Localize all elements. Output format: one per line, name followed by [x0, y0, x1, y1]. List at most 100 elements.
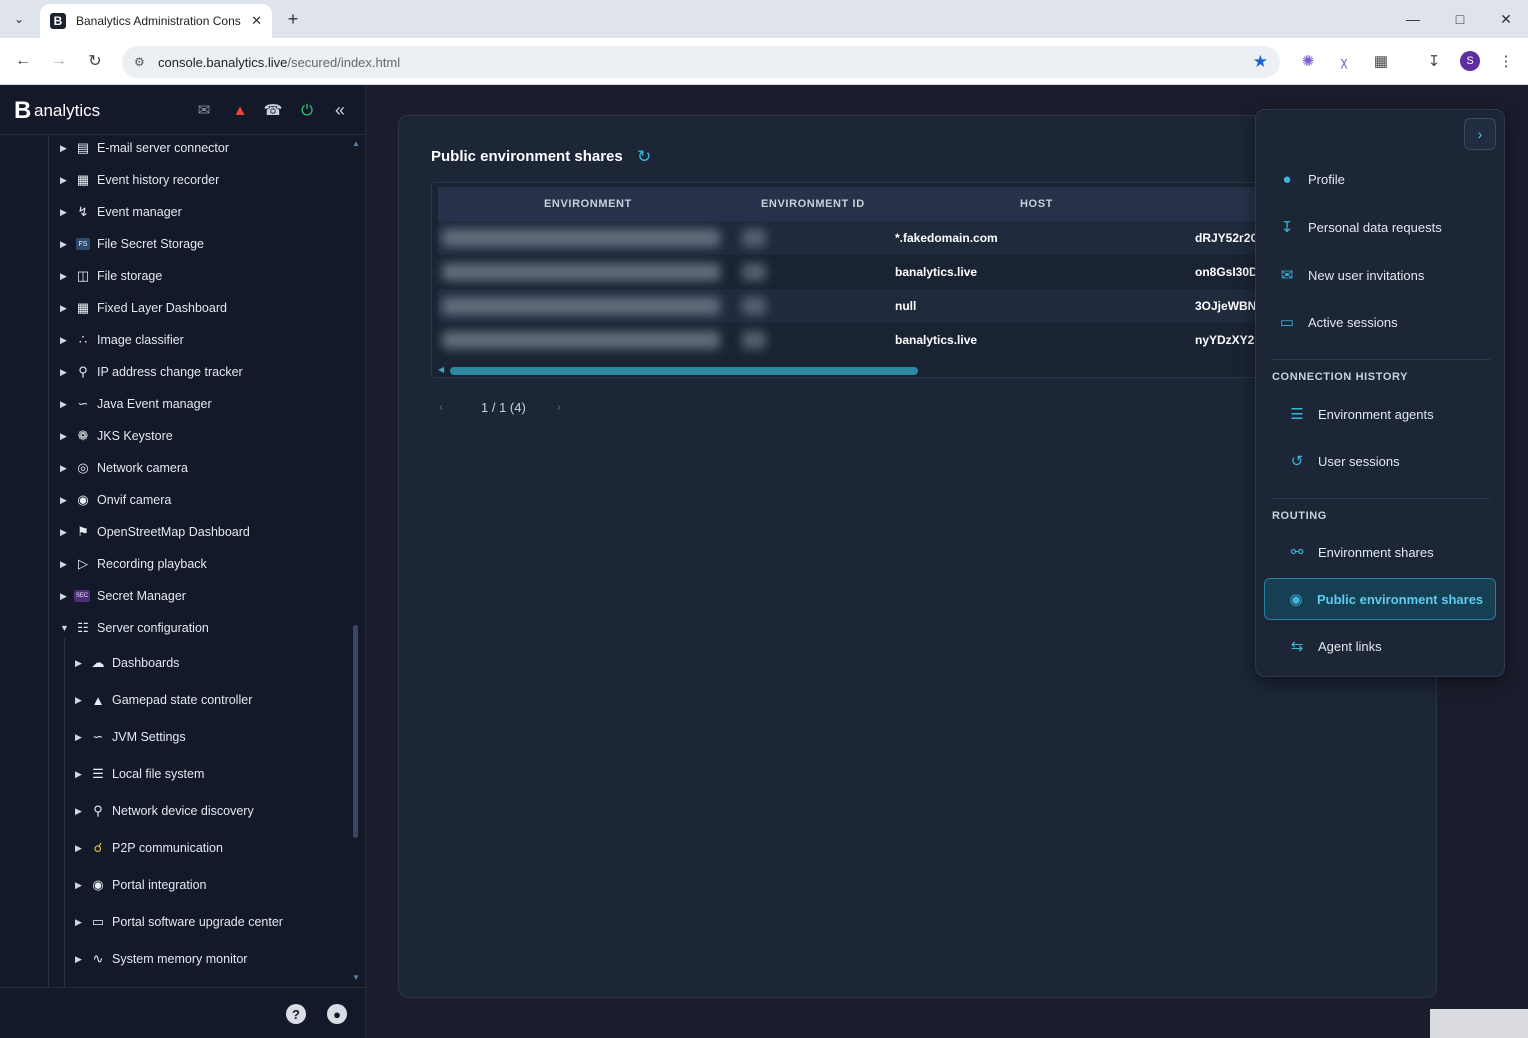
address-bar[interactable]: ⚙ console.banalytics.live/secured/index.…	[122, 46, 1280, 78]
tree-scroll-down-icon[interactable]: ▼	[352, 973, 360, 982]
tree-item-email-server-connector[interactable]: ▶ ▤ E-mail server connector	[60, 137, 229, 159]
expand-caret-icon[interactable]: ▶	[75, 880, 85, 891]
bookmark-star-icon[interactable]: ★	[1253, 52, 1268, 72]
expand-caret-icon[interactable]: ▶	[60, 335, 70, 346]
expand-caret-icon[interactable]: ▶	[75, 732, 85, 743]
tree-item-jks-keystore[interactable]: ▶ ❁ JKS Keystore	[60, 425, 173, 447]
collapse-double-chevron-icon[interactable]: «	[329, 99, 351, 121]
browser-menu-icon[interactable]: ⋮	[1495, 50, 1517, 72]
horizontal-scrollbar-thumb[interactable]	[450, 367, 918, 375]
tree-item-event-manager[interactable]: ▶ ↯ Event manager	[60, 201, 182, 223]
maximize-icon[interactable]: □	[1449, 8, 1471, 30]
tab-close-icon[interactable]: ✕	[251, 13, 262, 29]
column-header-environment[interactable]: ENVIRONMENT	[544, 187, 632, 221]
phone-icon[interactable]: ☎	[262, 99, 284, 121]
expand-caret-icon[interactable]: ▶	[75, 954, 85, 965]
expand-caret-icon[interactable]: ▶	[60, 559, 70, 570]
new-tab-icon[interactable]: +	[282, 8, 304, 30]
menu-item-environment-agents[interactable]: ☰ Environment agents	[1264, 393, 1496, 435]
tree-item-fixed-layer-dashboard[interactable]: ▶ ▦ Fixed Layer Dashboard	[60, 297, 227, 319]
tree-item-jvm-settings[interactable]: ▶ ∽ JVM Settings	[75, 726, 186, 748]
plug-icon[interactable]: ⏻	[296, 99, 318, 121]
tree-item-server-configuration[interactable]: ▼ ☷ Server configuration	[60, 617, 209, 639]
tree-item-java-event-manager[interactable]: ▶ ∽ Java Event manager	[60, 393, 212, 415]
extension-gear-icon[interactable]: ✺	[1297, 50, 1319, 72]
tree-item-dashboards[interactable]: ▶ ☁ Dashboards	[75, 652, 179, 674]
menu-section-connection-history: CONNECTION HISTORY	[1272, 371, 1409, 383]
expand-caret-icon[interactable]: ▶	[75, 769, 85, 780]
menu-item-active-sessions[interactable]: ▭ Active sessions	[1264, 301, 1496, 343]
tree-item-system-memory-monitor[interactable]: ▶ ∿ System memory monitor	[75, 948, 247, 970]
tree-item-ip-address-change-tracker[interactable]: ▶ ⚲ IP address change tracker	[60, 361, 243, 383]
tree-item-file-secret-storage[interactable]: ▶ FS File Secret Storage	[60, 233, 204, 255]
expand-caret-icon[interactable]: ▶	[60, 431, 70, 442]
menu-item-user-sessions[interactable]: ↺ User sessions	[1264, 440, 1496, 482]
tree-item-label: File storage	[97, 269, 163, 283]
tree-item-portal-integration[interactable]: ▶ ◉ Portal integration	[75, 874, 207, 896]
menu-item-environment-shares[interactable]: ⚯ Environment shares	[1264, 531, 1496, 573]
tree-item-network-camera[interactable]: ▶ ◎ Network camera	[60, 457, 188, 479]
menu-item-personal-data-requests[interactable]: ↧ Personal data requests	[1264, 206, 1496, 248]
tree-item-file-storage[interactable]: ▶ ◫ File storage	[60, 265, 162, 287]
tree-item-secret-manager[interactable]: ▶ SEC Secret Manager	[60, 585, 186, 607]
bell-icon[interactable]: ▲	[229, 99, 251, 121]
expand-caret-icon[interactable]: ▶	[75, 917, 85, 928]
tree-item-onvif-camera[interactable]: ▶ ◉ Onvif camera	[60, 489, 171, 511]
extension-x-icon[interactable]: χ	[1333, 50, 1355, 72]
browser-tab[interactable]: B Banalytics Administration Cons ✕	[40, 4, 272, 38]
forward-icon[interactable]: →	[48, 50, 70, 72]
expand-caret-icon[interactable]: ▶	[75, 695, 85, 706]
tree-item-event-history-recorder[interactable]: ▶ ▦ Event history recorder	[60, 169, 219, 191]
mail-icon[interactable]: ✉	[193, 99, 215, 121]
scroll-left-icon[interactable]: ◀	[438, 365, 444, 374]
site-settings-icon[interactable]: ⚙	[134, 55, 152, 69]
expand-caret-icon[interactable]: ▶	[60, 591, 70, 602]
tree-scrollbar-thumb[interactable]	[353, 625, 358, 838]
column-header-environment-id[interactable]: ENVIRONMENT ID	[761, 187, 865, 221]
window-close-icon[interactable]: ✕	[1495, 8, 1517, 30]
expand-caret-icon[interactable]: ▶	[60, 143, 70, 154]
tree-item-portal-software-upgrade-center[interactable]: ▶ ▭ Portal software upgrade center	[75, 911, 283, 933]
tree-item-network-device-discovery[interactable]: ▶ ⚲ Network device discovery	[75, 800, 254, 822]
menu-item-public-environment-shares[interactable]: ◉ Public environment shares	[1264, 578, 1496, 620]
expand-caret-icon[interactable]: ▶	[60, 271, 70, 282]
menu-collapse-chevron-icon[interactable]: ›	[1464, 118, 1496, 150]
expand-caret-icon[interactable]: ▶	[60, 175, 70, 186]
column-header-host[interactable]: HOST	[1020, 187, 1053, 221]
expand-caret-icon[interactable]: ▶	[60, 399, 70, 410]
expand-caret-icon[interactable]: ▶	[75, 658, 85, 669]
tree-item-p2p-communication[interactable]: ▶ ☌ P2P communication	[75, 837, 223, 859]
next-page-icon[interactable]: ›	[557, 400, 561, 414]
tree-item-openstreetmap-dashboard[interactable]: ▶ ⚑ OpenStreetMap Dashboard	[60, 521, 250, 543]
tree-item-image-classifier[interactable]: ▶ ∴ Image classifier	[60, 329, 184, 351]
expand-caret-icon[interactable]: ▶	[60, 367, 70, 378]
reload-icon[interactable]: ↻	[84, 50, 106, 72]
downloads-icon[interactable]: ↧	[1423, 50, 1445, 72]
help-icon[interactable]: ?	[286, 1004, 306, 1024]
expand-caret-icon[interactable]: ▶	[60, 495, 70, 506]
tree-item-local-file-system[interactable]: ▶ ☰ Local file system	[75, 763, 204, 785]
expand-caret-icon[interactable]: ▶	[75, 806, 85, 817]
expand-caret-icon[interactable]: ▶	[60, 303, 70, 314]
expand-caret-icon[interactable]: ▶	[75, 843, 85, 854]
user-account-icon[interactable]: ●	[327, 1004, 347, 1024]
expand-caret-icon[interactable]: ▶	[60, 463, 70, 474]
expand-caret-icon[interactable]: ▶	[60, 527, 70, 538]
prev-page-icon[interactable]: ‹	[439, 400, 443, 414]
menu-item-profile[interactable]: ● Profile	[1264, 158, 1496, 200]
tree-item-recording-playback[interactable]: ▶ ▷ Recording playback	[60, 553, 207, 575]
back-icon[interactable]: ←	[12, 50, 34, 72]
tree-item-gamepad-state-controller[interactable]: ▶ ▲ Gamepad state controller	[75, 689, 252, 711]
collapse-caret-icon[interactable]: ▼	[60, 623, 70, 633]
tab-search-chevron-icon[interactable]: ⌄	[8, 8, 30, 30]
expand-caret-icon[interactable]: ▶	[60, 207, 70, 218]
minimize-icon[interactable]: —	[1402, 8, 1424, 30]
refresh-icon[interactable]: ↻	[637, 147, 651, 167]
profile-avatar[interactable]: S	[1460, 51, 1480, 71]
tree-scroll-up-icon[interactable]: ▲	[352, 139, 360, 148]
menu-item-agent-links[interactable]: ⇆ Agent links	[1264, 625, 1496, 667]
extensions-puzzle-icon[interactable]: ▦	[1370, 50, 1392, 72]
menu-item-new-user-invitations[interactable]: ✉ New user invitations	[1264, 254, 1496, 296]
expand-caret-icon[interactable]: ▶	[60, 239, 70, 250]
java-icon: ∽	[77, 396, 89, 411]
